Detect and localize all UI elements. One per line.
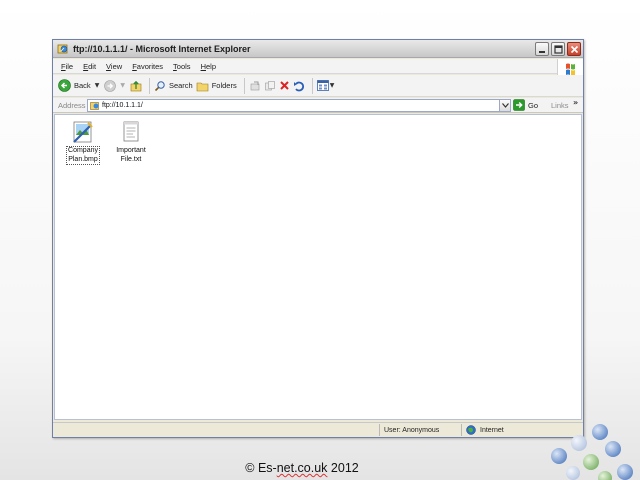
folder-view[interactable]: Company Plan.bmp Important File.txt <box>54 114 582 420</box>
views-dropdown-icon[interactable]: ▼ <box>330 82 335 89</box>
delete-x-icon <box>280 81 289 90</box>
internet-globe-icon <box>466 425 476 435</box>
toolbar-separator <box>148 77 150 94</box>
move-to-button[interactable] <box>249 77 261 95</box>
ie-ftp-icon <box>57 44 68 53</box>
toolbar-chevron-icon[interactable]: » <box>573 98 578 107</box>
bitmap-file-icon <box>73 121 93 143</box>
status-zone: Internet <box>480 426 504 434</box>
folders-button[interactable]: Folders <box>196 77 237 95</box>
title-bar[interactable]: ftp://10.1.1.1/ - Microsoft Internet Exp… <box>53 40 583 58</box>
menu-view[interactable]: View <box>106 62 122 71</box>
decorative-bubbles <box>551 424 633 480</box>
maximize-icon <box>554 45 563 54</box>
forward-dropdown-icon[interactable]: ▼ <box>120 82 125 89</box>
copyright-prefix: © Es- <box>245 461 277 475</box>
chevron-down-icon <box>501 103 509 108</box>
file-name: Company Plan.bmp <box>66 146 100 165</box>
address-label: Address <box>58 100 86 110</box>
toolbar-separator <box>311 77 313 94</box>
search-icon <box>154 80 165 91</box>
status-bar: User: Anonymous Internet <box>53 422 583 437</box>
address-value: ftp://10.1.1.1/ <box>102 102 143 109</box>
copyright-year: 2012 <box>327 461 359 475</box>
links-toolbar[interactable]: Links <box>551 101 569 110</box>
back-arrow-icon <box>58 79 71 92</box>
menu-file[interactable]: File <box>61 62 73 71</box>
menu-help[interactable]: Help <box>201 62 216 71</box>
up-button[interactable] <box>130 77 142 95</box>
ie-window: ftp://10.1.1.1/ - Microsoft Internet Exp… <box>52 39 584 438</box>
toolbar: Back ▼ ▼ Search Folders ▼ <box>53 75 583 97</box>
address-dropdown-button[interactable] <box>499 100 510 111</box>
views-button[interactable]: ▼ <box>316 77 337 95</box>
search-label: Search <box>168 81 193 90</box>
back-label: Back <box>74 81 91 90</box>
search-button[interactable]: Search <box>154 77 193 95</box>
move-to-icon <box>250 81 260 90</box>
menu-bar: File Edit View Favorites Tools Help <box>53 59 583 81</box>
copyright-domain: net.co.uk <box>276 461 328 475</box>
toolbar-separator <box>243 77 245 94</box>
window-title: ftp://10.1.1.1/ - Microsoft Internet Exp… <box>73 43 251 54</box>
go-label: Go <box>528 100 539 110</box>
menu-favorites[interactable]: Favorites <box>132 62 163 71</box>
back-button[interactable]: Back ▼ <box>58 77 101 95</box>
minimize-icon <box>539 51 545 53</box>
close-button[interactable] <box>567 42 581 56</box>
folder-up-icon <box>130 80 142 91</box>
maximize-button[interactable] <box>551 42 565 56</box>
address-bar: Address ftp://10.1.1.1/ Go Links » <box>53 98 583 113</box>
views-icon <box>316 80 329 91</box>
address-input[interactable]: ftp://10.1.1.1/ <box>87 99 511 112</box>
back-dropdown-icon[interactable]: ▼ <box>95 82 100 89</box>
close-icon <box>570 45 579 54</box>
go-arrow-icon <box>513 99 525 111</box>
window-controls <box>535 42 581 56</box>
go-button[interactable]: Go <box>513 99 538 111</box>
text-file-icon <box>123 121 139 142</box>
undo-icon <box>293 81 304 91</box>
menu-tools[interactable]: Tools <box>173 62 191 71</box>
status-user-cell: User: Anonymous <box>379 424 461 436</box>
folders-icon <box>196 82 209 91</box>
ftp-page-icon <box>90 101 99 110</box>
file-item-important-file[interactable]: Important File.txt <box>109 120 153 164</box>
file-name: Important File.txt <box>116 147 146 163</box>
undo-button[interactable] <box>293 77 305 95</box>
folders-label: Folders <box>211 81 237 90</box>
file-item-company-plan[interactable]: Company Plan.bmp <box>61 120 105 165</box>
copyright-footer: © Es-net.co.uk 2012 <box>0 461 604 475</box>
delete-button[interactable] <box>279 77 290 95</box>
copy-to-button[interactable] <box>264 77 276 95</box>
minimize-button[interactable] <box>535 42 549 56</box>
copy-to-icon <box>264 80 275 90</box>
status-user: User: Anonymous <box>384 426 440 434</box>
forward-arrow-icon <box>104 79 117 92</box>
menu-edit[interactable]: Edit <box>83 62 96 71</box>
forward-button[interactable]: ▼ <box>104 77 127 95</box>
